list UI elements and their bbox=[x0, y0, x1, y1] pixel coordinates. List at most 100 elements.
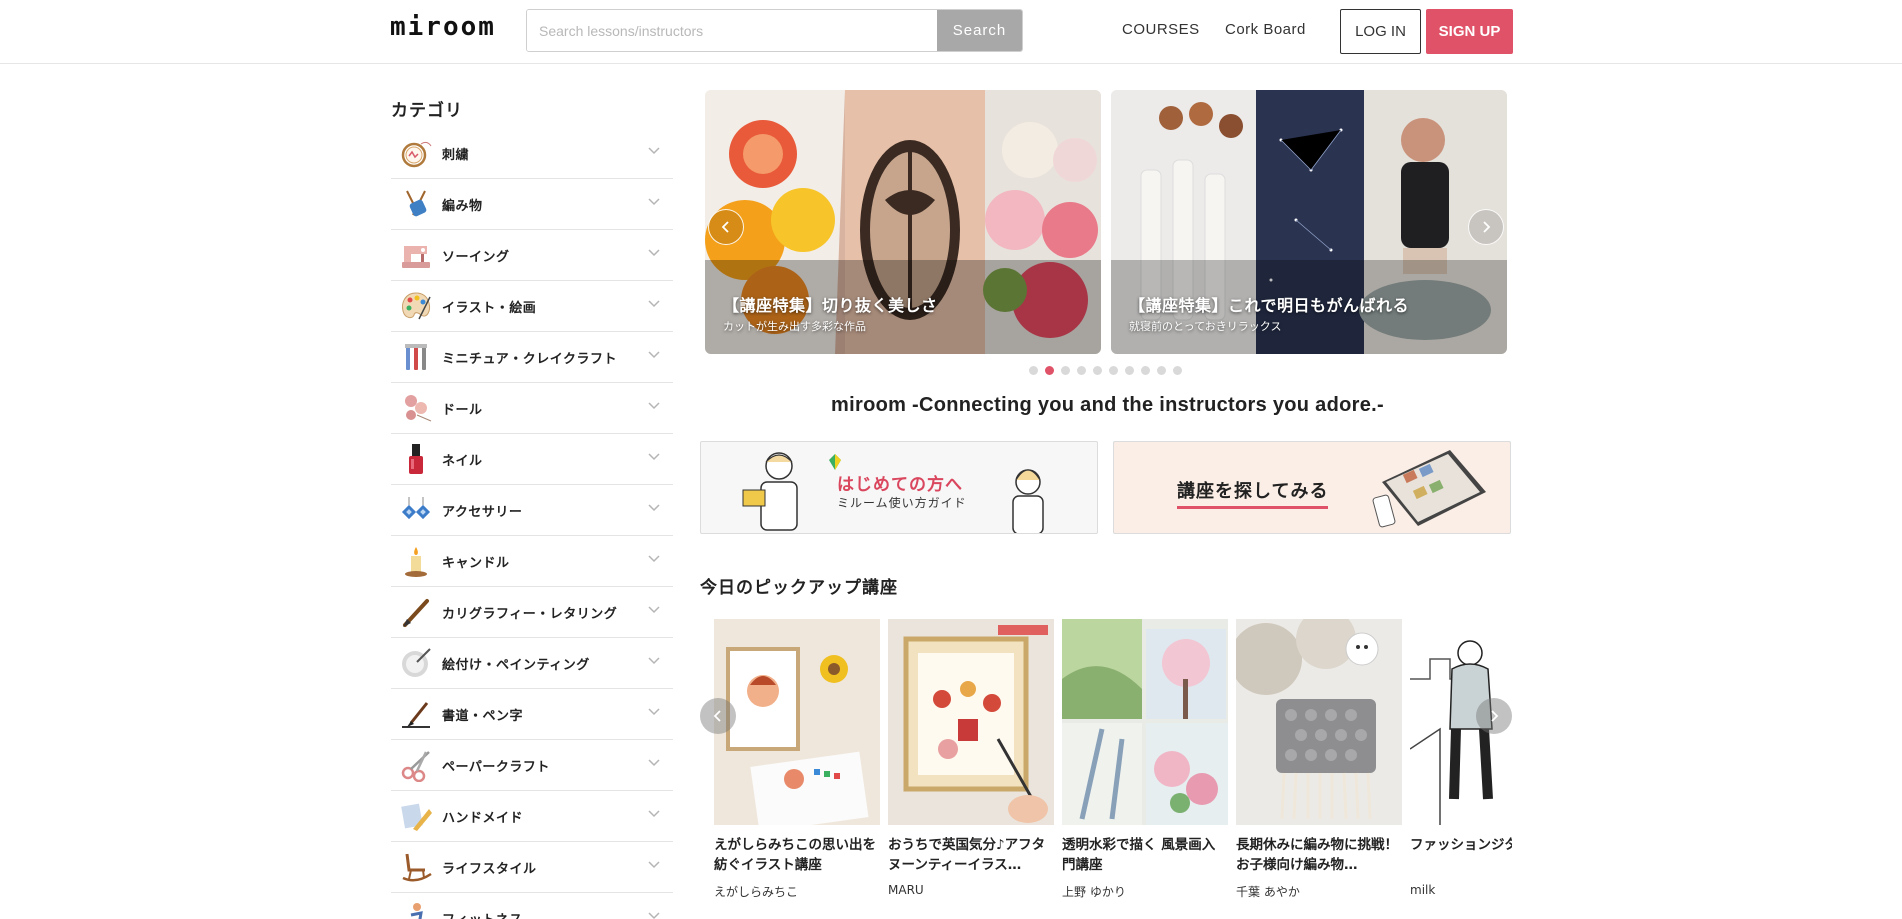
chevron-down-icon bbox=[648, 657, 660, 665]
carousel-dot[interactable] bbox=[1045, 366, 1054, 375]
banner-title: 【講座特集】これで明日もがんばれる bbox=[1129, 296, 1410, 315]
carousel-dot[interactable] bbox=[1157, 366, 1166, 375]
login-button[interactable]: LOG IN bbox=[1340, 9, 1421, 54]
category-item-lifestyle[interactable]: ライフスタイル bbox=[391, 842, 673, 893]
carousel-dot[interactable] bbox=[1173, 366, 1182, 375]
chevron-down-icon bbox=[648, 147, 660, 155]
category-item-nail[interactable]: ネイル bbox=[391, 434, 673, 485]
carousel-next-button[interactable] bbox=[1468, 209, 1504, 245]
course-title: 透明水彩で描く 風景画入門講座 bbox=[1062, 837, 1216, 873]
category-item-fitness[interactable]: フィットネス bbox=[391, 893, 673, 919]
pickup-heading: 今日のピックアップ講座 bbox=[700, 578, 898, 598]
nail-polish-icon bbox=[397, 440, 435, 478]
category-label: ソーイング bbox=[442, 249, 510, 265]
course-card[interactable]: えがしらみちこの思い出を紡ぐイラスト講座 えがしらみちこ bbox=[714, 619, 880, 900]
pickup-carousel: えがしらみちこの思い出を紡ぐイラスト講座 えがしらみちこ おうちで英国気分♪アフ… bbox=[714, 619, 1512, 919]
category-label: イラスト・絵画 bbox=[442, 300, 537, 316]
category-label: 編み物 bbox=[442, 198, 483, 214]
course-instructor: えがしらみちこ bbox=[714, 885, 799, 899]
chevron-right-icon bbox=[1483, 221, 1491, 233]
search-button[interactable]: Search bbox=[937, 10, 1022, 51]
banner-title: 【講座特集】切り抜く美しさ bbox=[723, 296, 938, 315]
chevron-down-icon bbox=[648, 504, 660, 512]
category-heading: カテゴリ bbox=[391, 101, 463, 121]
category-item-knitting[interactable]: 編み物 bbox=[391, 179, 673, 230]
carousel-dot[interactable] bbox=[1029, 366, 1038, 375]
nav-courses-link[interactable]: COURSES bbox=[1122, 21, 1200, 38]
chevron-down-icon bbox=[648, 198, 660, 206]
chevron-down-icon bbox=[648, 300, 660, 308]
category-label: カリグラフィー・レタリング bbox=[442, 606, 618, 622]
chevron-left-icon bbox=[721, 221, 729, 233]
signup-button[interactable]: SIGN UP bbox=[1426, 9, 1513, 54]
category-label: 書道・ペン字 bbox=[442, 708, 524, 724]
category-label: 刺繍 bbox=[442, 147, 470, 163]
category-item-accessories[interactable]: アクセサリー bbox=[391, 485, 673, 536]
rocking-chair-icon bbox=[397, 848, 435, 886]
category-item-paper-craft[interactable]: ペーパークラフト bbox=[391, 740, 673, 791]
category-item-embroidery[interactable]: 刺繍 bbox=[391, 128, 673, 179]
candle-icon bbox=[397, 542, 435, 580]
course-thumbnail bbox=[1062, 619, 1228, 825]
carousel-prev-button[interactable] bbox=[708, 209, 744, 245]
course-title: ファッションジタルイラス bbox=[1410, 837, 1512, 853]
painted-plate-icon bbox=[397, 644, 435, 682]
course-title: おうちで英国気分♪アフタヌーンティーイラス… bbox=[888, 837, 1046, 873]
course-card[interactable]: 長期休みに編み物に挑戦！お子様向け編み物… 千葉 あやか bbox=[1236, 619, 1402, 900]
category-item-calligraphy[interactable]: カリグラフィー・レタリング bbox=[391, 587, 673, 638]
chevron-down-icon bbox=[648, 453, 660, 461]
carousel-dot[interactable] bbox=[1093, 366, 1102, 375]
course-card[interactable]: おうちで英国気分♪アフタヌーンティーイラス… MARU bbox=[888, 619, 1054, 897]
nav-cork-board-link[interactable]: Cork Board bbox=[1225, 21, 1306, 38]
site-logo[interactable]: miroom bbox=[390, 12, 496, 42]
beginner-guide-title: はじめての方へ bbox=[837, 475, 963, 495]
pen-nib-icon bbox=[397, 593, 435, 631]
sewing-machine-icon bbox=[397, 236, 435, 274]
course-thumbnail bbox=[888, 619, 1054, 825]
category-item-doll[interactable]: ドール bbox=[391, 383, 673, 434]
chevron-down-icon bbox=[648, 555, 660, 563]
category-label: 絵付け・ペインティング bbox=[442, 657, 590, 673]
carousel-dot[interactable] bbox=[1125, 366, 1134, 375]
search-input[interactable] bbox=[527, 10, 937, 51]
feature-banner-relax[interactable]: 【講座特集】これで明日もがんばれる 就寝前のとっておきリラックス bbox=[1111, 90, 1507, 354]
carousel-dot[interactable] bbox=[1109, 366, 1118, 375]
chevron-down-icon bbox=[648, 249, 660, 257]
category-item-handmade[interactable]: ハンドメイド bbox=[391, 791, 673, 842]
course-card[interactable]: ファッションジタルイラス milk bbox=[1410, 619, 1512, 897]
category-item-painting[interactable]: 絵付け・ペインティング bbox=[391, 638, 673, 689]
course-title: 長期休みに編み物に挑戦！お子様向け編み物… bbox=[1236, 837, 1398, 873]
doll-icon bbox=[397, 389, 435, 427]
course-instructor: 上野 ゆかり bbox=[1062, 885, 1126, 899]
category-label: ライフスタイル bbox=[442, 861, 537, 877]
course-instructor: milk bbox=[1410, 883, 1436, 897]
find-course-card[interactable]: 講座を探してみる bbox=[1113, 441, 1511, 534]
beginner-guide-subtitle: ミルーム使い方ガイド bbox=[837, 496, 967, 510]
course-card[interactable]: 透明水彩で描く 風景画入門講座 上野 ゆかり bbox=[1062, 619, 1228, 900]
palette-icon bbox=[397, 287, 435, 325]
chevron-down-icon bbox=[648, 861, 660, 869]
earrings-icon bbox=[397, 491, 435, 529]
category-item-shodo[interactable]: 書道・ペン字 bbox=[391, 689, 673, 740]
category-label: ハンドメイド bbox=[442, 810, 524, 826]
chevron-right-icon bbox=[1491, 710, 1499, 722]
category-list: 刺繍 編み物 ソーイング イラスト・絵画 ミニチュア・クレイクラフト ドール ネ… bbox=[391, 128, 673, 919]
carousel-dots bbox=[1029, 366, 1182, 375]
chevron-down-icon bbox=[648, 606, 660, 614]
pickup-prev-button[interactable] bbox=[700, 698, 736, 734]
chevron-down-icon bbox=[648, 351, 660, 359]
category-item-sewing[interactable]: ソーイング bbox=[391, 230, 673, 281]
pickup-next-button[interactable] bbox=[1476, 698, 1512, 734]
carousel-dot[interactable] bbox=[1141, 366, 1150, 375]
chevron-down-icon bbox=[648, 402, 660, 410]
course-title: えがしらみちこの思い出を紡ぐイラスト講座 bbox=[714, 837, 876, 873]
feature-banner-cutting[interactable]: 【講座特集】切り抜く美しさ カットが生み出す多彩な作品 bbox=[705, 90, 1101, 354]
banner-subtitle: 就寝前のとっておきリラックス bbox=[1129, 320, 1282, 333]
carousel-dot[interactable] bbox=[1061, 366, 1070, 375]
category-item-candle[interactable]: キャンドル bbox=[391, 536, 673, 587]
category-item-illustration[interactable]: イラスト・絵画 bbox=[391, 281, 673, 332]
fitness-icon bbox=[397, 899, 435, 919]
beginner-guide-card[interactable]: はじめての方へ ミルーム使い方ガイド bbox=[700, 441, 1098, 534]
carousel-dot[interactable] bbox=[1077, 366, 1086, 375]
category-item-miniature[interactable]: ミニチュア・クレイクラフト bbox=[391, 332, 673, 383]
